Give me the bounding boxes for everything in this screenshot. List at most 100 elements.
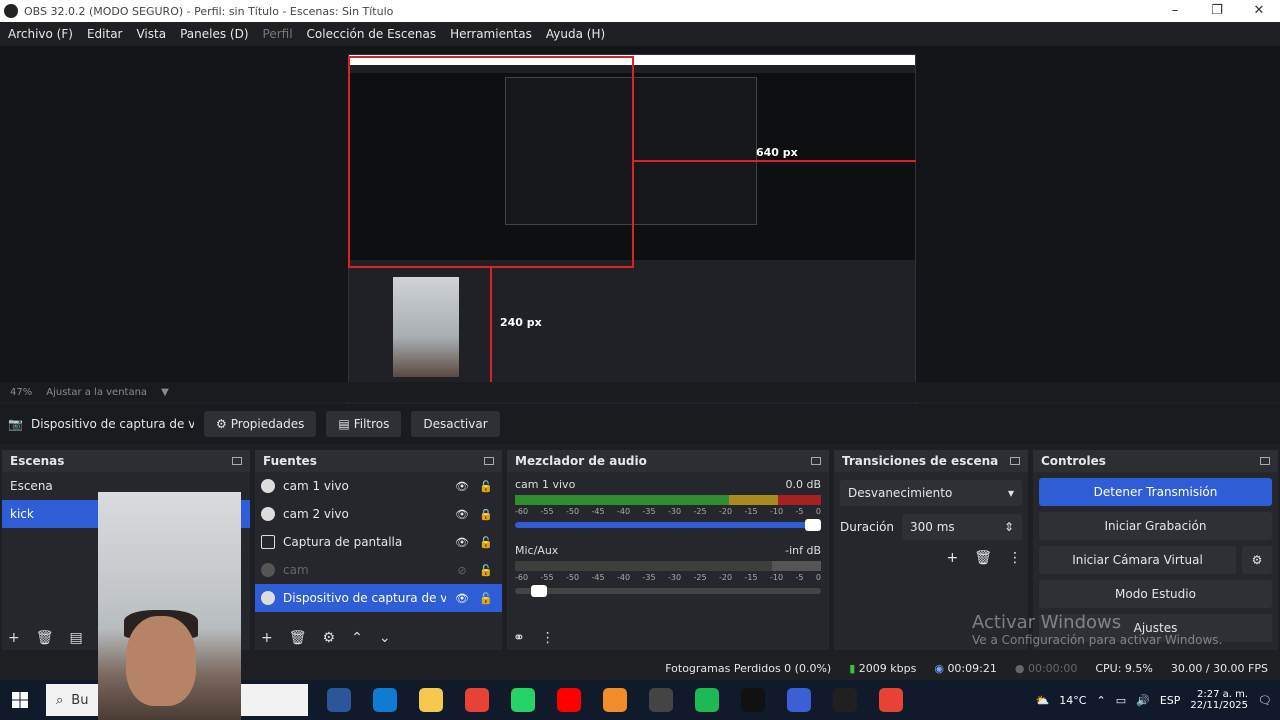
unlock-icon[interactable]: 🔓 — [478, 536, 494, 549]
meter-tick: -20 — [719, 507, 733, 516]
zoom-value[interactable]: 47% — [10, 387, 32, 398]
menu-perfil[interactable]: Perfil — [263, 27, 293, 41]
virtual-camera-settings-button[interactable]: ⚙ — [1242, 546, 1272, 574]
source-label: cam 1 vivo — [283, 479, 349, 493]
menu-editar[interactable]: Editar — [87, 27, 123, 41]
meter-tick: -40 — [617, 573, 631, 582]
minimize-icon[interactable]: – — [1154, 0, 1196, 22]
search-text: Bu — [71, 692, 89, 708]
taskbar-app-icon[interactable] — [465, 688, 489, 712]
deactivate-button[interactable]: Desactivar — [411, 411, 500, 437]
preview-area[interactable]: 640 px 240 px — [0, 46, 1280, 422]
meter-tick: -30 — [668, 507, 682, 516]
popout-icon[interactable] — [232, 457, 242, 465]
webcam-overlay — [98, 492, 241, 720]
taskbar-app-icon[interactable] — [327, 688, 351, 712]
meter-tick: -10 — [770, 507, 784, 516]
language-indicator[interactable]: ESP — [1160, 694, 1181, 707]
source-item[interactable]: Dispositivo de captura de vid 👁 🔓 — [255, 584, 502, 612]
fader-knob[interactable] — [531, 585, 547, 597]
fader-knob[interactable] — [805, 519, 821, 531]
filter-icon[interactable]: ▤ — [70, 630, 83, 646]
eye-icon[interactable]: 👁 — [454, 508, 470, 521]
taskbar-app-icon[interactable] — [373, 688, 397, 712]
spinner-icon[interactable]: ⇕ — [1004, 520, 1014, 534]
volume-icon[interactable]: 🔊 — [1136, 694, 1150, 707]
chevron-down-icon[interactable]: ▼ — [161, 387, 169, 398]
virtual-camera-label: Iniciar Cámara Virtual — [1072, 553, 1203, 567]
eye-icon[interactable]: 👁 — [454, 536, 470, 549]
popout-icon[interactable] — [1260, 457, 1270, 465]
taskbar-app-icon[interactable] — [557, 688, 581, 712]
menu-archivo[interactable]: Archivo (F) — [8, 27, 73, 41]
menu-herramientas[interactable]: Herramientas — [450, 27, 532, 41]
more-icon[interactable]: ⋮ — [1008, 550, 1022, 566]
lock-icon[interactable]: 🔒 — [478, 508, 494, 521]
maximize-icon[interactable]: ❐ — [1196, 0, 1238, 22]
source-item[interactable]: cam ⊘ 🔓 — [255, 556, 502, 584]
link-icon[interactable]: ⚭ — [513, 630, 525, 646]
properties-button[interactable]: ⚙ Propiedades — [204, 411, 317, 437]
unlock-icon[interactable]: 🔓 — [478, 480, 494, 493]
eye-icon[interactable]: 👁 — [454, 592, 470, 605]
eye-icon[interactable]: 👁 — [454, 480, 470, 493]
add-icon[interactable]: + — [261, 630, 273, 646]
volume-fader[interactable] — [515, 519, 821, 531]
add-icon[interactable]: + — [8, 630, 20, 646]
studio-mode-button[interactable]: Modo Estudio — [1039, 580, 1272, 608]
source-item[interactable]: cam 1 vivo 👁 🔓 — [255, 472, 502, 500]
add-icon[interactable]: + — [946, 550, 958, 566]
popout-icon[interactable] — [1010, 457, 1020, 465]
network-icon[interactable]: ▭ — [1116, 694, 1126, 707]
filters-button[interactable]: ▤ Filtros — [326, 411, 402, 437]
up-arrow-icon[interactable]: ⌃ — [351, 630, 363, 646]
menu-coleccion[interactable]: Colección de Escenas — [307, 27, 437, 41]
taskbar-app-icon[interactable] — [511, 688, 535, 712]
eye-hidden-icon[interactable]: ⊘ — [454, 564, 470, 577]
gear-icon[interactable]: ⚙ — [323, 630, 336, 646]
weather-temp: 14°C — [1059, 693, 1087, 707]
taskbar-app-icon[interactable] — [741, 688, 765, 712]
zoom-mode[interactable]: Ajustar a la ventana — [46, 387, 147, 398]
selection-box[interactable] — [348, 56, 634, 268]
popout-icon[interactable] — [484, 457, 494, 465]
start-recording-button[interactable]: Iniciar Grabación — [1039, 512, 1272, 540]
source-item[interactable]: cam 2 vivo 👁 🔒 — [255, 500, 502, 528]
clock[interactable]: 2:27 a. m. 22/11/2025 — [1190, 689, 1248, 711]
menu-paneles[interactable]: Paneles (D) — [180, 27, 248, 41]
meter-tick: -40 — [617, 507, 631, 516]
taskbar-app-icon[interactable] — [695, 688, 719, 712]
stop-stream-button[interactable]: Detener Transmisión — [1039, 478, 1272, 506]
trash-icon[interactable]: 🗑 — [36, 630, 54, 646]
chevron-down-icon: ▾ — [1007, 486, 1014, 500]
down-arrow-icon[interactable]: ⌄ — [379, 630, 391, 646]
menu-vista[interactable]: Vista — [136, 27, 166, 41]
unlock-icon[interactable]: 🔓 — [478, 592, 494, 605]
taskbar-app-icon[interactable] — [603, 688, 627, 712]
trash-icon[interactable]: 🗑 — [289, 630, 307, 646]
trash-icon[interactable]: 🗑 — [974, 550, 992, 566]
close-icon[interactable]: ✕ — [1238, 0, 1280, 22]
channel-level: 0.0 dB — [785, 478, 821, 491]
camera-icon: 📷 — [8, 417, 23, 431]
menu-ayuda[interactable]: Ayuda (H) — [546, 27, 605, 41]
popout-icon[interactable] — [811, 457, 821, 465]
meter-tick: -35 — [642, 573, 656, 582]
transition-select[interactable]: Desvanecimiento ▾ — [840, 480, 1022, 506]
taskbar-app-icon[interactable] — [879, 688, 903, 712]
duration-input[interactable]: 300 ms ⇕ — [902, 514, 1022, 540]
taskbar-app-icon[interactable] — [649, 688, 673, 712]
filters-label: Filtros — [353, 417, 390, 431]
taskbar-app-icon[interactable] — [787, 688, 811, 712]
start-virtual-camera-button[interactable]: Iniciar Cámara Virtual — [1039, 546, 1236, 574]
taskbar-app-icon[interactable] — [419, 688, 443, 712]
start-button[interactable] — [0, 680, 40, 720]
source-item[interactable]: Captura de pantalla 👁 🔓 — [255, 528, 502, 556]
unlock-icon[interactable]: 🔓 — [478, 564, 494, 577]
volume-fader[interactable] — [515, 585, 821, 597]
taskbar-app-icon[interactable] — [833, 688, 857, 712]
transitions-title: Transiciones de escena — [842, 454, 999, 468]
more-icon[interactable]: ⋮ — [541, 630, 555, 646]
notifications-icon[interactable]: 🗨 — [1258, 694, 1272, 707]
chevron-up-icon[interactable]: ⌃ — [1096, 694, 1105, 707]
